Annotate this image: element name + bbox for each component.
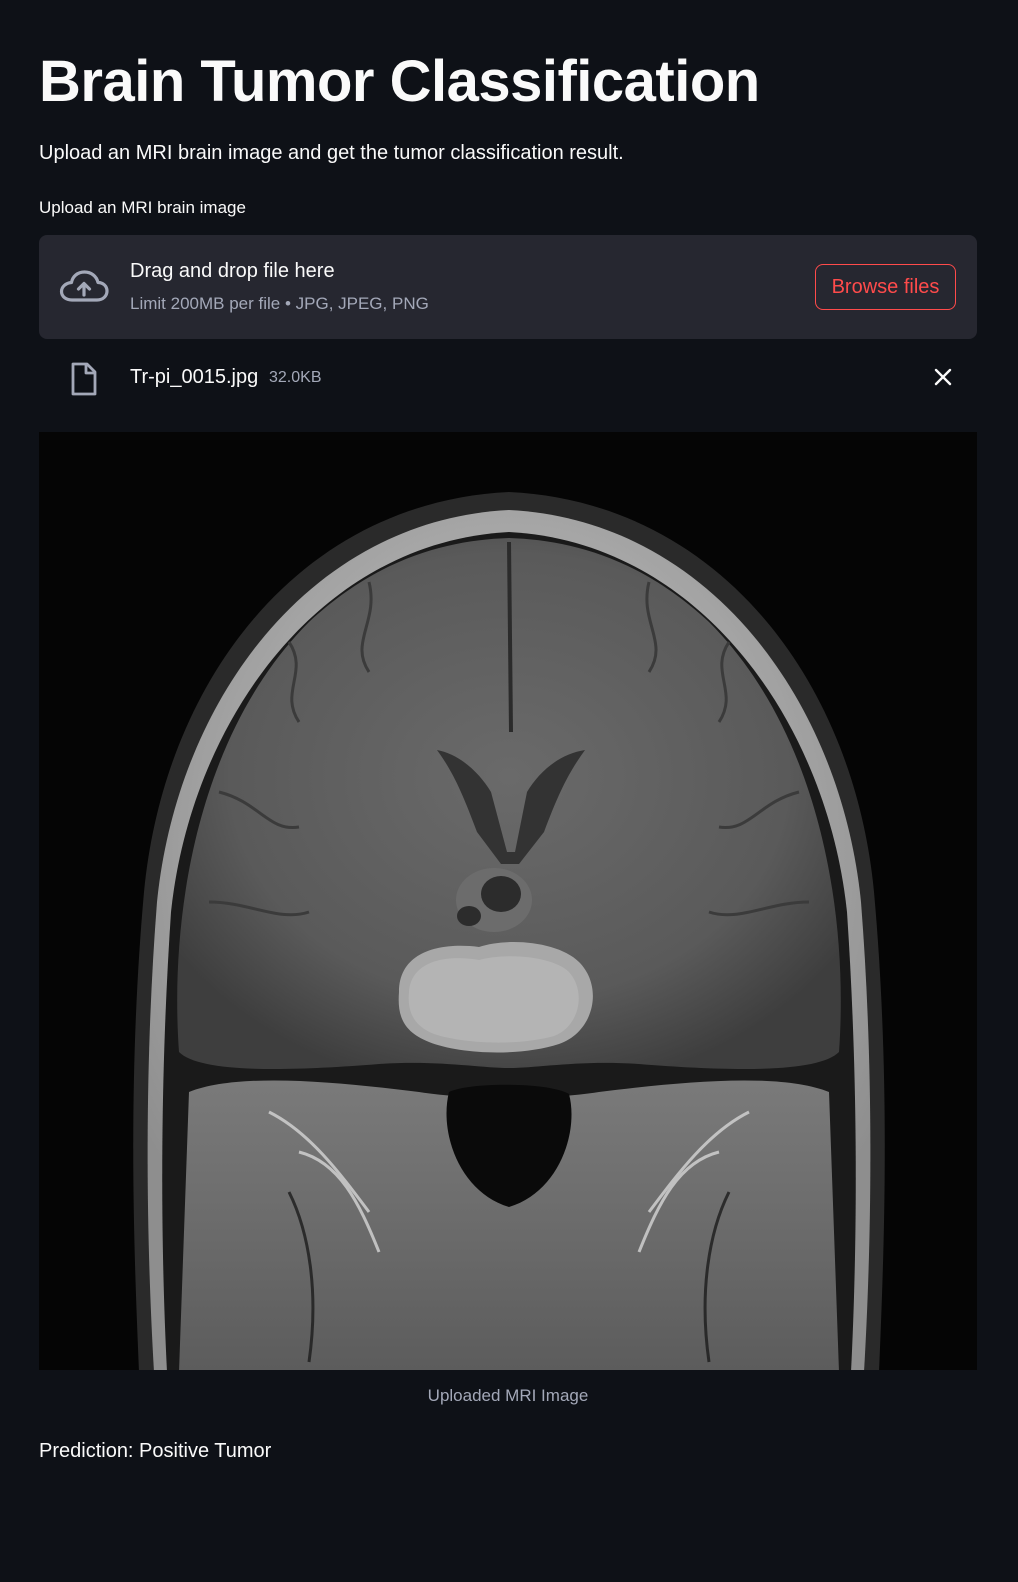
- uploaded-file-name: Tr-pi_0015.jpg: [130, 366, 259, 388]
- app-page: Brain Tumor Classification Upload an MRI…: [0, 0, 1018, 1582]
- mri-scan-illustration: [39, 432, 977, 1370]
- dropzone-limit-text: Limit 200MB per file • JPG, JPEG, PNG: [130, 294, 429, 313]
- page-description: Upload an MRI brain image and get the tu…: [39, 142, 624, 164]
- cloud-upload-icon: [59, 270, 109, 302]
- dropzone-instructions: Drag and drop file here: [130, 260, 335, 282]
- mri-image: [39, 432, 977, 1370]
- image-caption: Uploaded MRI Image: [427, 1386, 589, 1405]
- file-dropzone[interactable]: Drag and drop file here Limit 200MB per …: [39, 235, 977, 339]
- uploader-label: Upload an MRI brain image: [39, 198, 246, 217]
- close-icon[interactable]: [932, 366, 954, 388]
- prediction-result: Prediction: Positive Tumor: [39, 1440, 272, 1462]
- uploaded-file-item: Tr-pi_0015.jpg 32.0KB: [39, 358, 977, 398]
- file-icon: [71, 362, 97, 396]
- uploaded-file-size: 32.0KB: [269, 369, 322, 386]
- page-title: Brain Tumor Classification: [39, 49, 760, 114]
- browse-files-button[interactable]: Browse files: [815, 264, 956, 310]
